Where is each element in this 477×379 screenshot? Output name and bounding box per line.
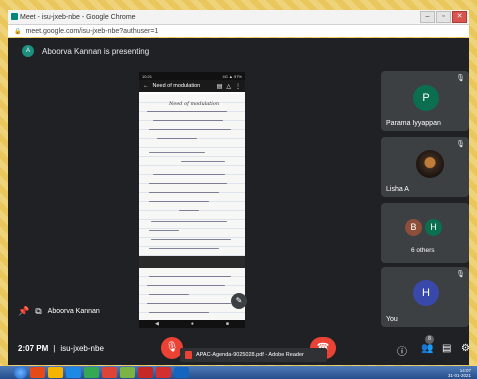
windows-taskbar: 14:07 31-01-2021 <box>0 366 477 379</box>
presenter-avatar: A <box>22 45 34 57</box>
drive-icon: △ <box>226 83 231 90</box>
handwritten-notes-page-2 <box>139 268 245 320</box>
nav-back-icon: ◀ <box>155 321 159 327</box>
mic-off-icon: 🎙 <box>456 141 465 148</box>
presenter-label: 📌 ⧉ Aboorva Kannan <box>18 306 100 317</box>
presenting-text: Aboorva Kannan is presenting <box>42 46 150 56</box>
avatar: H <box>413 280 439 306</box>
presenter-name: Aboorva Kannan <box>47 308 100 315</box>
participant-tile-others[interactable]: B H 6 others <box>381 203 469 263</box>
avatar: P <box>413 85 439 111</box>
nav-recent-icon: ■ <box>225 321 229 327</box>
maximize-button[interactable]: ▫ <box>436 11 451 23</box>
avatar: B <box>405 219 422 236</box>
avatar-photo <box>416 150 444 178</box>
download-filename[interactable]: APAC-Agenda-9025028.pdf - Adobe Reader <box>196 352 304 358</box>
people-icon[interactable]: 👥 <box>421 343 433 354</box>
participant-name: You <box>386 316 398 323</box>
mic-off-icon: 🎙 <box>456 271 465 278</box>
meet-window: A Aboorva Kannan is presenting 10:21 4G … <box>8 38 469 365</box>
phone-nav-bar: ◀ ● ■ <box>139 320 245 328</box>
start-button[interactable] <box>14 366 27 379</box>
url-text[interactable]: meet.google.com/isu-jxeb-nbe?authuser=1 <box>25 28 158 35</box>
download-notification[interactable]: APAC-Agenda-9025028.pdf - Adobe Reader <box>180 348 327 362</box>
window-controls: – ▫ ✕ <box>420 11 467 23</box>
edit-pen-icon: ✎ <box>231 293 247 309</box>
info-icon[interactable]: ⓘ <box>397 343 407 358</box>
present-icon: ⧉ <box>35 306 42 316</box>
word-icon[interactable] <box>174 367 189 378</box>
activities-icon[interactable]: ⚙ <box>461 343 469 354</box>
meeting-code: isu-jxeb-nbe <box>60 344 104 353</box>
pdf-icon <box>185 351 192 359</box>
participant-name: Parama Iyyappan <box>386 120 441 127</box>
lock-icon: 🔒 <box>14 28 22 35</box>
phone-time: 10:21 <box>142 73 153 79</box>
notepad-icon[interactable] <box>120 367 135 378</box>
participant-tile-you[interactable]: 🎙 H You <box>381 267 469 327</box>
chrome-icon[interactable] <box>84 367 99 378</box>
window-title: Meet - isu-jxeb-nbe - Google Chrome <box>20 13 136 21</box>
address-bar[interactable]: 🔒 meet.google.com/isu-jxeb-nbe?authuser=… <box>8 25 469 37</box>
presenting-banner: A Aboorva Kannan is presenting <box>8 38 469 64</box>
explorer-icon[interactable] <box>48 367 63 378</box>
chrome-title-bar: Meet - isu-jxeb-nbe - Google Chrome – ▫ … <box>8 10 469 25</box>
acrobat-icon[interactable] <box>138 367 153 378</box>
media-player-icon[interactable] <box>30 367 45 378</box>
participant-tile-lisha[interactable]: 🎙 Lisha A <box>381 137 469 197</box>
handwritten-notes-page: Need of modulation <box>139 94 245 256</box>
pin-icon[interactable]: 📌 <box>18 306 29 317</box>
participant-tile-parama[interactable]: 🎙 P Parama Iyyappan <box>381 71 469 131</box>
meeting-time: 2:07 PM <box>18 344 49 353</box>
system-tray: 14:07 31-01-2021 <box>448 368 471 378</box>
meet-favicon-icon <box>11 13 18 20</box>
back-arrow-icon: ← <box>143 83 149 89</box>
date: 31-01-2021 <box>447 372 471 378</box>
doc-title: Need of modulation <box>152 83 201 89</box>
nav-home-icon: ● <box>190 321 194 327</box>
chrome-active-icon[interactable] <box>102 367 117 378</box>
page-separator <box>139 256 245 268</box>
powerpoint-icon[interactable] <box>156 367 171 378</box>
separator: | <box>53 344 56 353</box>
participant-name: Lisha A <box>386 186 409 193</box>
mic-off-icon: 🎙 <box>456 75 465 82</box>
phone-status-bar: 10:21 4G ▲ 97% <box>139 72 245 80</box>
close-button[interactable]: ✕ <box>452 11 467 23</box>
shared-screen: 10:21 4G ▲ 97% ← Need of modulation ▤ △ … <box>139 72 245 328</box>
more-icon: ⋮ <box>235 83 241 90</box>
play-icon[interactable] <box>66 367 81 378</box>
avatar: H <box>425 219 442 236</box>
page-heading: Need of modulation <box>169 101 220 107</box>
participant-name: 6 others <box>411 247 435 254</box>
minimize-button[interactable]: – <box>420 11 435 23</box>
chat-icon[interactable]: ▤ <box>442 343 451 354</box>
doc-icon: ▤ <box>216 83 223 90</box>
phone-toolbar: ← Need of modulation ▤ △ ⋮ <box>139 80 245 92</box>
phone-status: 4G ▲ 97% <box>222 73 242 79</box>
